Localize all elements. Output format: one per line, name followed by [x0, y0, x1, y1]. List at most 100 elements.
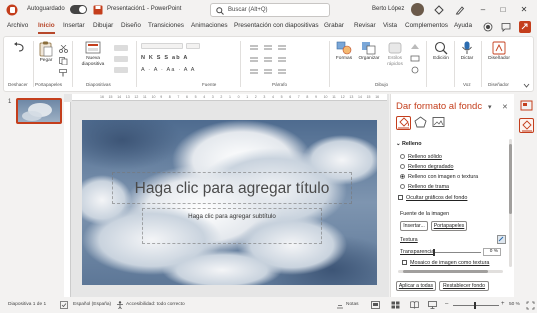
- zoom-in-button[interactable]: +: [501, 301, 505, 307]
- insert-picture-button[interactable]: Insertar...: [400, 221, 428, 231]
- tile-picture-checkbox[interactable]: Mosaico de imagen como textura: [402, 260, 489, 266]
- copy-icon[interactable]: [59, 57, 68, 65]
- minimize-button[interactable]: –: [476, 3, 490, 17]
- reset-slide-button[interactable]: [114, 56, 128, 62]
- picture-tab[interactable]: [432, 116, 447, 130]
- effects-tab[interactable]: [414, 116, 429, 130]
- arrange-icon: [362, 42, 376, 55]
- pane-close-icon[interactable]: ✕: [502, 103, 508, 111]
- spellcheck-icon[interactable]: [60, 301, 68, 309]
- subtitle-placeholder-text: Haga clic para agregar subtítulo: [188, 213, 276, 220]
- pen-icon[interactable]: [455, 5, 465, 15]
- reset-background-button[interactable]: Restablecer fondo: [439, 281, 489, 291]
- transparency-label: Transparencia: [400, 249, 435, 255]
- tab-inicio[interactable]: Inicio: [38, 22, 55, 34]
- hide-graphics-checkbox[interactable]: Ocultar gráficos del fondo: [398, 195, 467, 201]
- tab-complementos[interactable]: Complementos: [405, 22, 448, 29]
- avatar[interactable]: [411, 3, 424, 16]
- designer-button[interactable]: Diseñador: [484, 41, 514, 62]
- normal-view-icon[interactable]: [371, 301, 380, 309]
- format-painter-icon[interactable]: [59, 69, 68, 77]
- reading-view-icon[interactable]: [410, 301, 419, 309]
- cut-icon[interactable]: [59, 45, 68, 53]
- pane-title: Dar formato al fondc: [396, 101, 483, 112]
- ruler-tick-label: 9: [315, 95, 317, 99]
- undo-button[interactable]: [10, 42, 28, 53]
- editing-button[interactable]: Edición: [430, 41, 452, 62]
- font-size-combo[interactable]: [186, 43, 200, 49]
- pattern-fill-label: Relleno de trama: [408, 184, 450, 190]
- notes-button[interactable]: Notas: [346, 302, 359, 307]
- autosave-toggle[interactable]: [70, 5, 87, 14]
- checkbox-box: [402, 260, 407, 265]
- quick-styles-button[interactable]: Estilos rápidos: [384, 41, 406, 67]
- picture-fill-option[interactable]: Relleno con imagen o textura: [400, 174, 478, 180]
- comments-icon[interactable]: [501, 22, 511, 32]
- tab-archivo[interactable]: Archivo: [7, 22, 28, 29]
- paint-bucket-icon: [522, 120, 532, 132]
- slideshow-icon[interactable]: [428, 301, 437, 309]
- maximize-button[interactable]: □: [496, 3, 510, 17]
- language-indicator[interactable]: Español (España): [73, 302, 111, 307]
- search-box[interactable]: Buscar (Alt+Q): [210, 3, 330, 17]
- paste-button[interactable]: Pegar: [36, 41, 56, 64]
- accessibility-icon[interactable]: [116, 301, 124, 309]
- record-icon[interactable]: [483, 22, 493, 32]
- pane-options-chevron-icon[interactable]: ▾: [488, 103, 492, 111]
- slide-canvas[interactable]: Haga clic para agregar título Haga clic …: [82, 120, 377, 285]
- zoom-out-button[interactable]: –: [445, 301, 448, 307]
- transparency-value[interactable]: 0 %: [483, 248, 501, 256]
- fit-to-window-icon[interactable]: [526, 301, 535, 310]
- shapes-button[interactable]: Formas: [334, 41, 354, 62]
- apply-to-all-button[interactable]: Aplicar a todas: [396, 281, 436, 291]
- vertical-scrollbar[interactable]: [509, 139, 512, 267]
- tab-presentacion[interactable]: Presentación con diapositivas: [234, 22, 319, 29]
- accessibility-status[interactable]: Accesibilidad: todo correcto: [126, 302, 185, 307]
- close-button[interactable]: ✕: [517, 3, 531, 17]
- diamond-icon[interactable]: [434, 5, 444, 15]
- save-icon[interactable]: [93, 5, 103, 15]
- zoom-slider[interactable]: [453, 305, 499, 306]
- chevron-down-icon[interactable]: [523, 83, 530, 88]
- gradient-fill-option[interactable]: Relleno degradado: [400, 164, 454, 170]
- tab-dibujar[interactable]: Dibujar: [93, 22, 113, 29]
- zoom-slider-thumb[interactable]: [474, 302, 476, 309]
- layout-button[interactable]: [114, 45, 128, 51]
- slide-sorter-icon[interactable]: [391, 301, 400, 309]
- new-slide-button[interactable]: Nueva diapositiva: [76, 41, 110, 67]
- subtitle-placeholder[interactable]: Haga clic para agregar subtítulo: [142, 208, 322, 244]
- title-placeholder[interactable]: Haga clic para agregar título: [112, 172, 352, 204]
- font-name-combo[interactable]: [141, 43, 183, 49]
- solid-fill-option[interactable]: Relleno sólido: [400, 154, 442, 160]
- shape-format-icons[interactable]: [409, 43, 421, 75]
- tab-grabar[interactable]: Grabar: [324, 22, 344, 29]
- horizontal-scrollbar-thumb[interactable]: [403, 270, 488, 273]
- tab-animaciones[interactable]: Animaciones: [191, 22, 228, 29]
- rail-designer-button[interactable]: [519, 98, 534, 113]
- tab-vista[interactable]: Vista: [383, 22, 397, 29]
- tab-revisar[interactable]: Revisar: [354, 22, 376, 29]
- rail-format-background-button[interactable]: [519, 118, 534, 133]
- transparency-slider[interactable]: [433, 252, 481, 253]
- arrange-button[interactable]: Organizar: [357, 41, 381, 62]
- ruler-tick-label: 2: [220, 95, 223, 99]
- transparency-slider-thumb[interactable]: [433, 249, 435, 256]
- fill-section-header[interactable]: ⌄ Relleno: [396, 141, 422, 147]
- texture-picker-icon[interactable]: [497, 235, 506, 244]
- font-format-row[interactable]: N K S S ab A: [141, 55, 189, 61]
- zoom-level[interactable]: 50 %: [509, 302, 520, 307]
- paragraph-controls-icon[interactable]: [248, 43, 300, 79]
- slide-indicator[interactable]: Diapositiva 1 de 1: [8, 302, 46, 307]
- dictate-button[interactable]: Dictar: [457, 41, 477, 62]
- share-icon[interactable]: [519, 21, 531, 33]
- pattern-fill-option[interactable]: Relleno de trama: [400, 184, 449, 190]
- tab-diseno[interactable]: Diseño: [121, 22, 141, 29]
- tab-ayuda[interactable]: Ayuda: [454, 22, 472, 29]
- fill-tab[interactable]: [396, 116, 411, 130]
- font-color-row[interactable]: A · A · Aa · A A: [141, 67, 196, 73]
- tab-insertar[interactable]: Insertar: [63, 22, 85, 29]
- slide-thumbnail[interactable]: [16, 98, 62, 124]
- clipboard-button[interactable]: Portapapeles: [431, 221, 467, 231]
- section-button[interactable]: [114, 67, 128, 73]
- tab-transiciones[interactable]: Transiciones: [148, 22, 184, 29]
